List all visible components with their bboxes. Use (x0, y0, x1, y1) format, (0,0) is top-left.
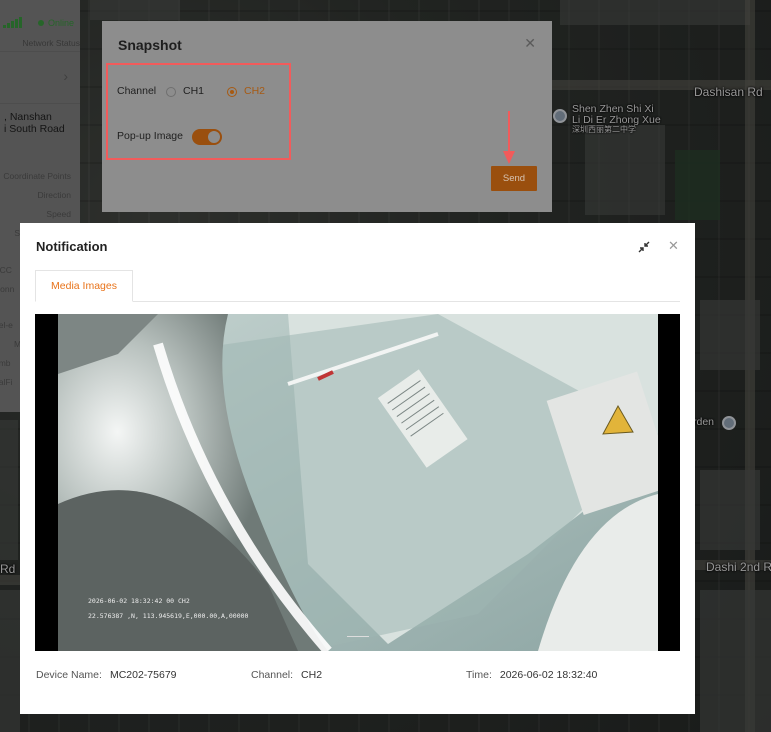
notification-title: Notification (36, 239, 108, 254)
close-icon[interactable]: ✕ (524, 35, 536, 52)
device-name-label: Device Name: (36, 669, 102, 681)
arrow-down-icon (503, 111, 515, 164)
popup-image-label: Pop-up Image (117, 130, 183, 142)
radio-ch1-label[interactable]: CH1 (183, 85, 204, 97)
time-value: 2026-06-02 18:32:40 (499, 669, 598, 681)
channel-label: Channel (117, 85, 157, 97)
channel-info-value: CH2 (301, 669, 323, 681)
image-gps-overlay: 22.576387 ,N, 113.945619,E,000.00,A,0000… (88, 612, 249, 620)
image-indicator (347, 636, 369, 637)
notification-dialog: Notification ✕ Media Images 2026-06-02 1… (20, 223, 695, 714)
radio-ch2-label[interactable]: CH2 (244, 85, 265, 97)
channel-info: Channel: CH2 (251, 669, 322, 681)
compress-icon[interactable] (637, 240, 651, 254)
time-info: Time: 2026-06-02 18:32:40 (466, 669, 597, 681)
send-button[interactable]: Send (491, 166, 537, 191)
device-name-info: Device Name: MC202-75679 (36, 669, 177, 681)
highlight-annotation (106, 63, 291, 160)
close-icon[interactable]: ✕ (668, 238, 679, 254)
time-label: Time: (466, 669, 492, 681)
media-image-viewer[interactable]: 2026-06-02 18:32:42 00 CH2 22.576387 ,N,… (35, 314, 680, 651)
tab-media-images[interactable]: Media Images (35, 270, 133, 302)
image-timestamp-overlay: 2026-06-02 18:32:42 00 CH2 (88, 597, 190, 605)
radio-ch2[interactable] (227, 87, 237, 97)
radio-ch1[interactable] (166, 87, 176, 97)
device-name-value: MC202-75679 (109, 669, 177, 681)
snapshot-dialog: Snapshot ✕ Channel CH1 CH2 Pop-up Image … (102, 21, 552, 212)
snapshot-title: Snapshot (118, 37, 182, 53)
popup-image-toggle[interactable] (192, 129, 222, 145)
channel-info-label: Channel: (251, 669, 294, 681)
